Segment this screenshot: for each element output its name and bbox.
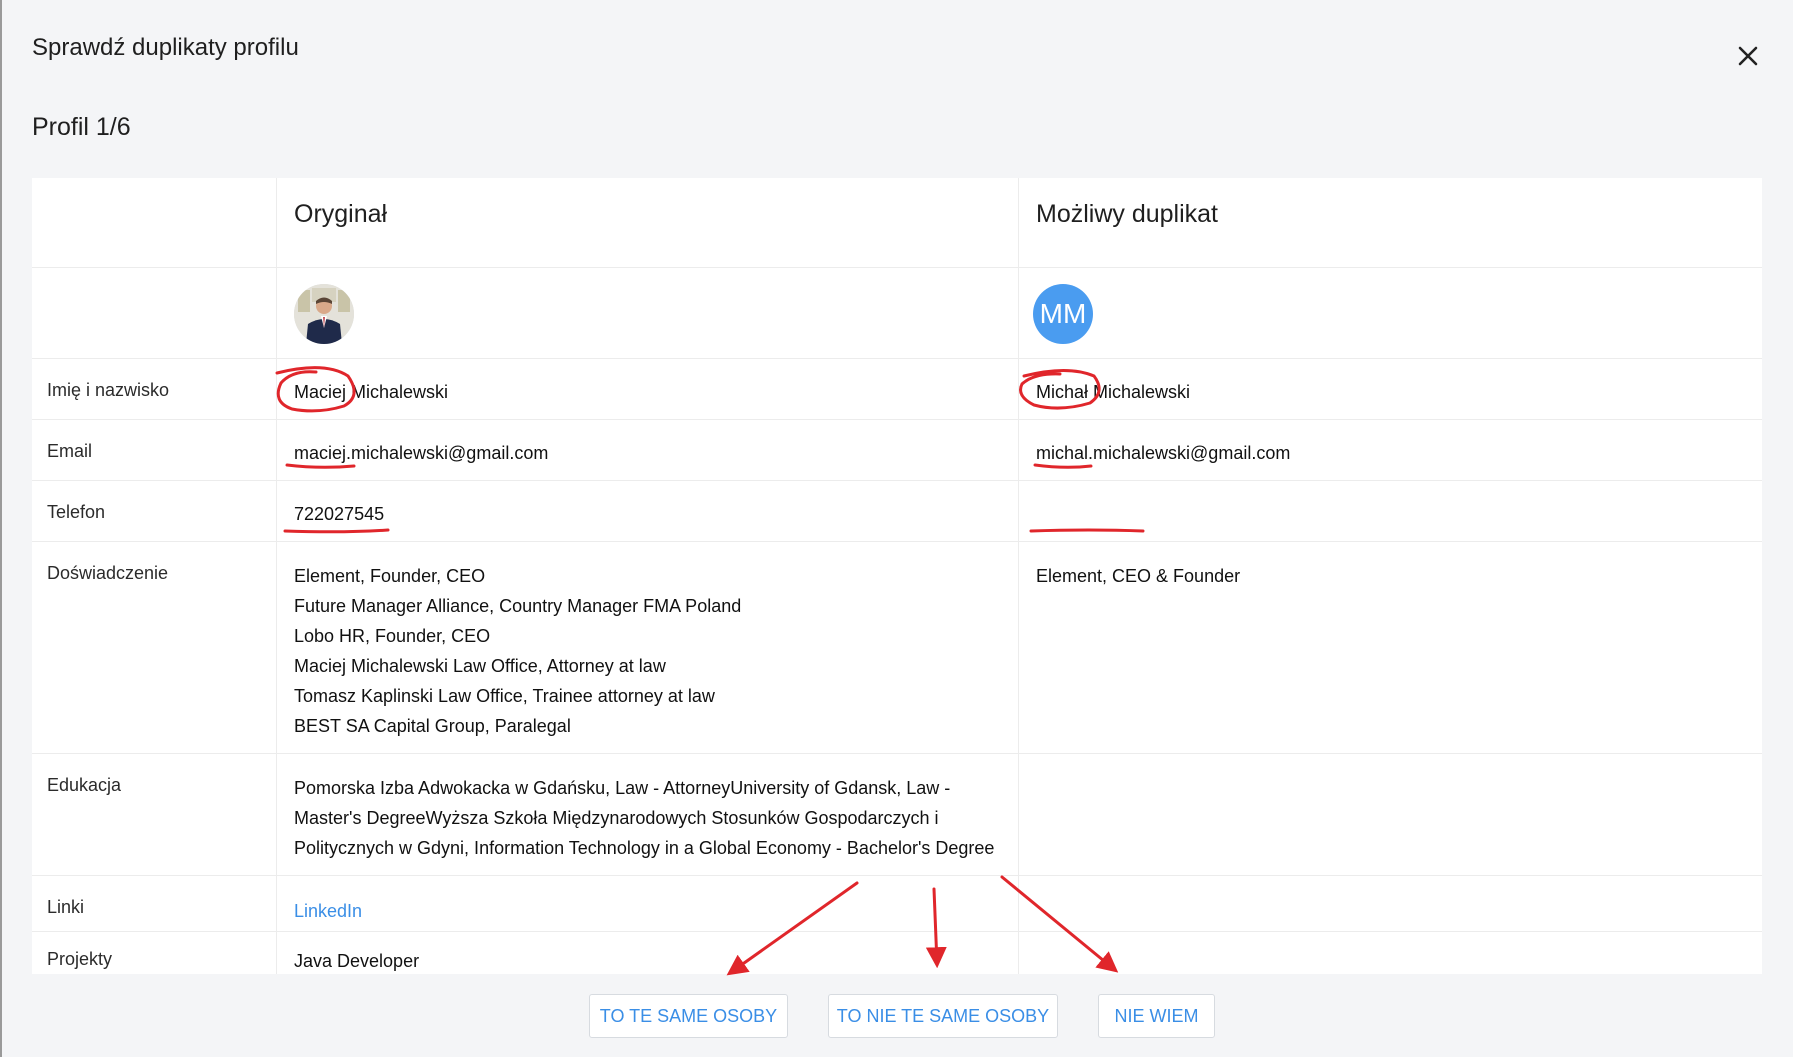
list-item: Element, Founder, CEO bbox=[294, 566, 486, 586]
column-header-duplicate: Możliwy duplikat bbox=[1036, 200, 1219, 228]
avatar-row: MM bbox=[32, 268, 1762, 359]
duplicate-check-dialog: Sprawdź duplikaty profilu Profil 1/6 Ory… bbox=[0, 0, 1793, 1057]
phone-original: 722027545 bbox=[294, 504, 385, 524]
list-item: BEST SA Capital Group, Paralegal bbox=[294, 716, 571, 736]
row-label: Edukacja bbox=[47, 775, 122, 795]
not-same-person-button[interactable]: TO NIE TE SAME OSOBY bbox=[828, 994, 1058, 1038]
education-original: Pomorska Izba Adwokacka w Gdańsku, Law -… bbox=[294, 778, 995, 858]
list-item: Future Manager Alliance, Country Manager… bbox=[294, 596, 742, 616]
experience-duplicate-list: Element, CEO & Founder bbox=[1036, 561, 1240, 591]
row-label: Telefon bbox=[47, 502, 106, 522]
avatar-duplicate: MM bbox=[1033, 284, 1093, 344]
name-original: Maciej Michalewski bbox=[294, 382, 449, 402]
table-row-email: Email maciej.michalewski@gmail.com micha… bbox=[32, 420, 1762, 481]
same-person-button[interactable]: TO TE SAME OSOBY bbox=[589, 994, 788, 1038]
row-label: Projekty bbox=[47, 949, 113, 969]
row-label: Linki bbox=[47, 897, 85, 917]
close-icon bbox=[1738, 46, 1758, 66]
dialog-title: Sprawdź duplikaty profilu bbox=[32, 34, 299, 61]
close-button[interactable] bbox=[1728, 36, 1768, 76]
name-duplicate: Michał Michalewski bbox=[1036, 382, 1191, 402]
comparison-table: Oryginał Możliwy duplikat MM Imię i nazw… bbox=[32, 178, 1762, 974]
email-duplicate: michal.michalewski@gmail.com bbox=[1036, 443, 1291, 463]
row-label: Email bbox=[47, 441, 93, 461]
list-item: Maciej Michalewski Law Office, Attorney … bbox=[294, 656, 666, 676]
window-edge bbox=[0, 0, 2, 1057]
profile-photo bbox=[294, 284, 354, 344]
table-row-experience: Doświadczenie Element, Founder, CEO Futu… bbox=[32, 542, 1762, 754]
table-row-education: Edukacja Pomorska Izba Adwokacka w Gdańs… bbox=[32, 754, 1762, 876]
row-label: Imię i nazwisko bbox=[47, 380, 170, 400]
list-item: Element, CEO & Founder bbox=[1036, 566, 1241, 586]
dont-know-button[interactable]: NIE WIEM bbox=[1098, 994, 1215, 1038]
list-item: Lobo HR, Founder, CEO bbox=[294, 626, 491, 646]
list-item: Tomasz Kaplinski Law Office, Trainee att… bbox=[294, 686, 715, 706]
email-original: maciej.michalewski@gmail.com bbox=[294, 443, 549, 463]
row-label: Doświadczenie bbox=[47, 563, 169, 583]
table-header-row: Oryginał Możliwy duplikat bbox=[32, 178, 1762, 268]
table-row-links: Linki LinkedIn bbox=[32, 876, 1762, 932]
avatar-original bbox=[294, 284, 354, 344]
column-header-original: Oryginał bbox=[294, 200, 388, 228]
profile-counter: Profil 1/6 bbox=[32, 113, 131, 141]
linkedin-link[interactable]: LinkedIn bbox=[294, 901, 362, 922]
projects-original: Java Developer bbox=[294, 951, 420, 971]
table-row-phone: Telefon 722027545 bbox=[32, 481, 1762, 542]
table-row-name: Imię i nazwisko Maciej Michalewski Micha… bbox=[32, 359, 1762, 420]
table-row-projects: Projekty Java Developer bbox=[32, 932, 1762, 974]
experience-original-list: Element, Founder, CEO Future Manager All… bbox=[294, 561, 741, 741]
